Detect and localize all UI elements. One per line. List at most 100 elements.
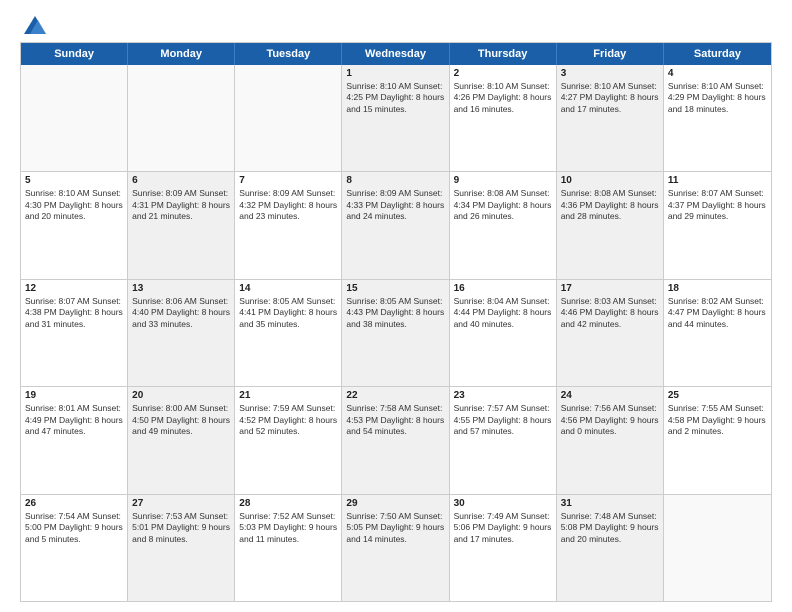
cell-info: Sunrise: 8:03 AM Sunset: 4:46 PM Dayligh… <box>561 296 659 330</box>
cal-row-3: 19 Sunrise: 8:01 AM Sunset: 4:49 PM Dayli… <box>21 386 771 493</box>
day-number: 19 <box>25 390 123 401</box>
day-number: 2 <box>454 68 552 79</box>
cell-info: Sunrise: 7:56 AM Sunset: 4:56 PM Dayligh… <box>561 403 659 437</box>
header <box>20 16 772 34</box>
cal-cell-2-6: 18Sunrise: 8:02 AM Sunset: 4:47 PM Dayli… <box>664 280 771 386</box>
cell-info: Sunrise: 8:05 AM Sunset: 4:43 PM Dayligh… <box>346 296 444 330</box>
cal-row-4: 26 Sunrise: 7:54 AM Sunset: 5:00 PM Dayli… <box>21 494 771 601</box>
cal-cell-3-5: 24 Sunrise: 7:56 AM Sunset: 4:56 PM Dayli… <box>557 387 664 493</box>
cell-info: Sunrise: 7:48 AM Sunset: 5:08 PM Dayligh… <box>561 511 659 545</box>
day-number: 22 <box>346 390 444 401</box>
cal-cell-2-4: 16Sunrise: 8:04 AM Sunset: 4:44 PM Dayli… <box>450 280 557 386</box>
cell-info: Sunrise: 8:09 AM Sunset: 4:32 PM Dayligh… <box>239 188 337 222</box>
day-number: 7 <box>239 175 337 186</box>
cell-info: Sunrise: 7:50 AM Sunset: 5:05 PM Dayligh… <box>346 511 444 545</box>
cal-cell-4-0: 26 Sunrise: 7:54 AM Sunset: 5:00 PM Dayli… <box>21 495 128 601</box>
day-number: 25 <box>668 390 767 401</box>
cal-cell-3-6: 25 Sunrise: 7:55 AM Sunset: 4:58 PM Dayli… <box>664 387 771 493</box>
day-number: 15 <box>346 283 444 294</box>
cal-cell-1-6: 11 Sunrise: 8:07 AM Sunset: 4:37 PM Dayli… <box>664 172 771 278</box>
cell-info: Sunrise: 7:57 AM Sunset: 4:55 PM Dayligh… <box>454 403 552 437</box>
day-number: 30 <box>454 498 552 509</box>
cal-cell-0-6: 4Sunrise: 8:10 AM Sunset: 4:29 PM Daylig… <box>664 65 771 171</box>
cal-cell-1-4: 9Sunrise: 8:08 AM Sunset: 4:34 PM Daylig… <box>450 172 557 278</box>
cell-info: Sunrise: 8:10 AM Sunset: 4:25 PM Dayligh… <box>346 81 444 115</box>
cell-info: Sunrise: 8:08 AM Sunset: 4:36 PM Dayligh… <box>561 188 659 222</box>
day-number: 24 <box>561 390 659 401</box>
day-number: 26 <box>25 498 123 509</box>
cell-info: Sunrise: 8:10 AM Sunset: 4:30 PM Dayligh… <box>25 188 123 222</box>
cal-cell-2-1: 13Sunrise: 8:06 AM Sunset: 4:40 PM Dayli… <box>128 280 235 386</box>
day-number: 13 <box>132 283 230 294</box>
day-number: 28 <box>239 498 337 509</box>
day-number: 5 <box>25 175 123 186</box>
cal-cell-0-3: 1 Sunrise: 8:10 AM Sunset: 4:25 PM Daylig… <box>342 65 449 171</box>
cell-info: Sunrise: 8:09 AM Sunset: 4:31 PM Dayligh… <box>132 188 230 222</box>
cell-info: Sunrise: 8:10 AM Sunset: 4:27 PM Dayligh… <box>561 81 659 115</box>
cal-cell-2-3: 15 Sunrise: 8:05 AM Sunset: 4:43 PM Dayli… <box>342 280 449 386</box>
cell-info: Sunrise: 8:00 AM Sunset: 4:50 PM Dayligh… <box>132 403 230 437</box>
cal-cell-1-0: 5 Sunrise: 8:10 AM Sunset: 4:30 PM Daylig… <box>21 172 128 278</box>
calendar-header: SundayMondayTuesdayWednesdayThursdayFrid… <box>21 43 771 65</box>
cal-cell-0-0 <box>21 65 128 171</box>
cell-info: Sunrise: 7:54 AM Sunset: 5:00 PM Dayligh… <box>25 511 123 545</box>
header-cell-thursday: Thursday <box>450 43 557 65</box>
page: SundayMondayTuesdayWednesdayThursdayFrid… <box>0 0 792 612</box>
calendar: SundayMondayTuesdayWednesdayThursdayFrid… <box>20 42 772 602</box>
header-cell-friday: Friday <box>557 43 664 65</box>
cal-cell-0-1 <box>128 65 235 171</box>
cal-cell-4-3: 29 Sunrise: 7:50 AM Sunset: 5:05 PM Dayli… <box>342 495 449 601</box>
cal-row-2: 12 Sunrise: 8:07 AM Sunset: 4:38 PM Dayli… <box>21 279 771 386</box>
cal-row-0: 1 Sunrise: 8:10 AM Sunset: 4:25 PM Daylig… <box>21 65 771 171</box>
day-number: 10 <box>561 175 659 186</box>
cal-cell-4-6 <box>664 495 771 601</box>
cal-cell-3-0: 19 Sunrise: 8:01 AM Sunset: 4:49 PM Dayli… <box>21 387 128 493</box>
cell-info: Sunrise: 8:07 AM Sunset: 4:37 PM Dayligh… <box>668 188 767 222</box>
cal-cell-3-2: 21 Sunrise: 7:59 AM Sunset: 4:52 PM Dayli… <box>235 387 342 493</box>
cal-cell-4-4: 30 Sunrise: 7:49 AM Sunset: 5:06 PM Dayli… <box>450 495 557 601</box>
header-cell-tuesday: Tuesday <box>235 43 342 65</box>
cell-info: Sunrise: 8:01 AM Sunset: 4:49 PM Dayligh… <box>25 403 123 437</box>
cal-cell-3-4: 23Sunrise: 7:57 AM Sunset: 4:55 PM Dayli… <box>450 387 557 493</box>
cell-info: Sunrise: 8:10 AM Sunset: 4:26 PM Dayligh… <box>454 81 552 115</box>
day-number: 29 <box>346 498 444 509</box>
day-number: 3 <box>561 68 659 79</box>
calendar-body: 1 Sunrise: 8:10 AM Sunset: 4:25 PM Daylig… <box>21 65 771 601</box>
cal-cell-4-1: 27Sunrise: 7:53 AM Sunset: 5:01 PM Dayli… <box>128 495 235 601</box>
day-number: 11 <box>668 175 767 186</box>
day-number: 6 <box>132 175 230 186</box>
logo <box>20 16 46 34</box>
day-number: 31 <box>561 498 659 509</box>
cal-cell-0-2 <box>235 65 342 171</box>
cell-info: Sunrise: 7:55 AM Sunset: 4:58 PM Dayligh… <box>668 403 767 437</box>
cal-cell-1-2: 7 Sunrise: 8:09 AM Sunset: 4:32 PM Daylig… <box>235 172 342 278</box>
cal-cell-1-5: 10 Sunrise: 8:08 AM Sunset: 4:36 PM Dayli… <box>557 172 664 278</box>
logo-icon <box>24 16 46 34</box>
cell-info: Sunrise: 8:10 AM Sunset: 4:29 PM Dayligh… <box>668 81 767 115</box>
cell-info: Sunrise: 8:04 AM Sunset: 4:44 PM Dayligh… <box>454 296 552 330</box>
day-number: 17 <box>561 283 659 294</box>
header-cell-monday: Monday <box>128 43 235 65</box>
day-number: 8 <box>346 175 444 186</box>
cal-cell-4-5: 31 Sunrise: 7:48 AM Sunset: 5:08 PM Dayli… <box>557 495 664 601</box>
day-number: 21 <box>239 390 337 401</box>
cal-cell-2-5: 17 Sunrise: 8:03 AM Sunset: 4:46 PM Dayli… <box>557 280 664 386</box>
cal-cell-2-0: 12 Sunrise: 8:07 AM Sunset: 4:38 PM Dayli… <box>21 280 128 386</box>
cal-cell-4-2: 28 Sunrise: 7:52 AM Sunset: 5:03 PM Dayli… <box>235 495 342 601</box>
cell-info: Sunrise: 8:07 AM Sunset: 4:38 PM Dayligh… <box>25 296 123 330</box>
cell-info: Sunrise: 7:59 AM Sunset: 4:52 PM Dayligh… <box>239 403 337 437</box>
cal-cell-3-1: 20Sunrise: 8:00 AM Sunset: 4:50 PM Dayli… <box>128 387 235 493</box>
header-cell-sunday: Sunday <box>21 43 128 65</box>
day-number: 27 <box>132 498 230 509</box>
header-cell-wednesday: Wednesday <box>342 43 449 65</box>
cal-cell-2-2: 14Sunrise: 8:05 AM Sunset: 4:41 PM Dayli… <box>235 280 342 386</box>
header-cell-saturday: Saturday <box>664 43 771 65</box>
cell-info: Sunrise: 8:05 AM Sunset: 4:41 PM Dayligh… <box>239 296 337 330</box>
cal-cell-1-1: 6 Sunrise: 8:09 AM Sunset: 4:31 PM Daylig… <box>128 172 235 278</box>
day-number: 12 <box>25 283 123 294</box>
cell-info: Sunrise: 7:52 AM Sunset: 5:03 PM Dayligh… <box>239 511 337 545</box>
cell-info: Sunrise: 7:49 AM Sunset: 5:06 PM Dayligh… <box>454 511 552 545</box>
cal-cell-0-5: 3 Sunrise: 8:10 AM Sunset: 4:27 PM Daylig… <box>557 65 664 171</box>
day-number: 1 <box>346 68 444 79</box>
cal-row-1: 5 Sunrise: 8:10 AM Sunset: 4:30 PM Daylig… <box>21 171 771 278</box>
